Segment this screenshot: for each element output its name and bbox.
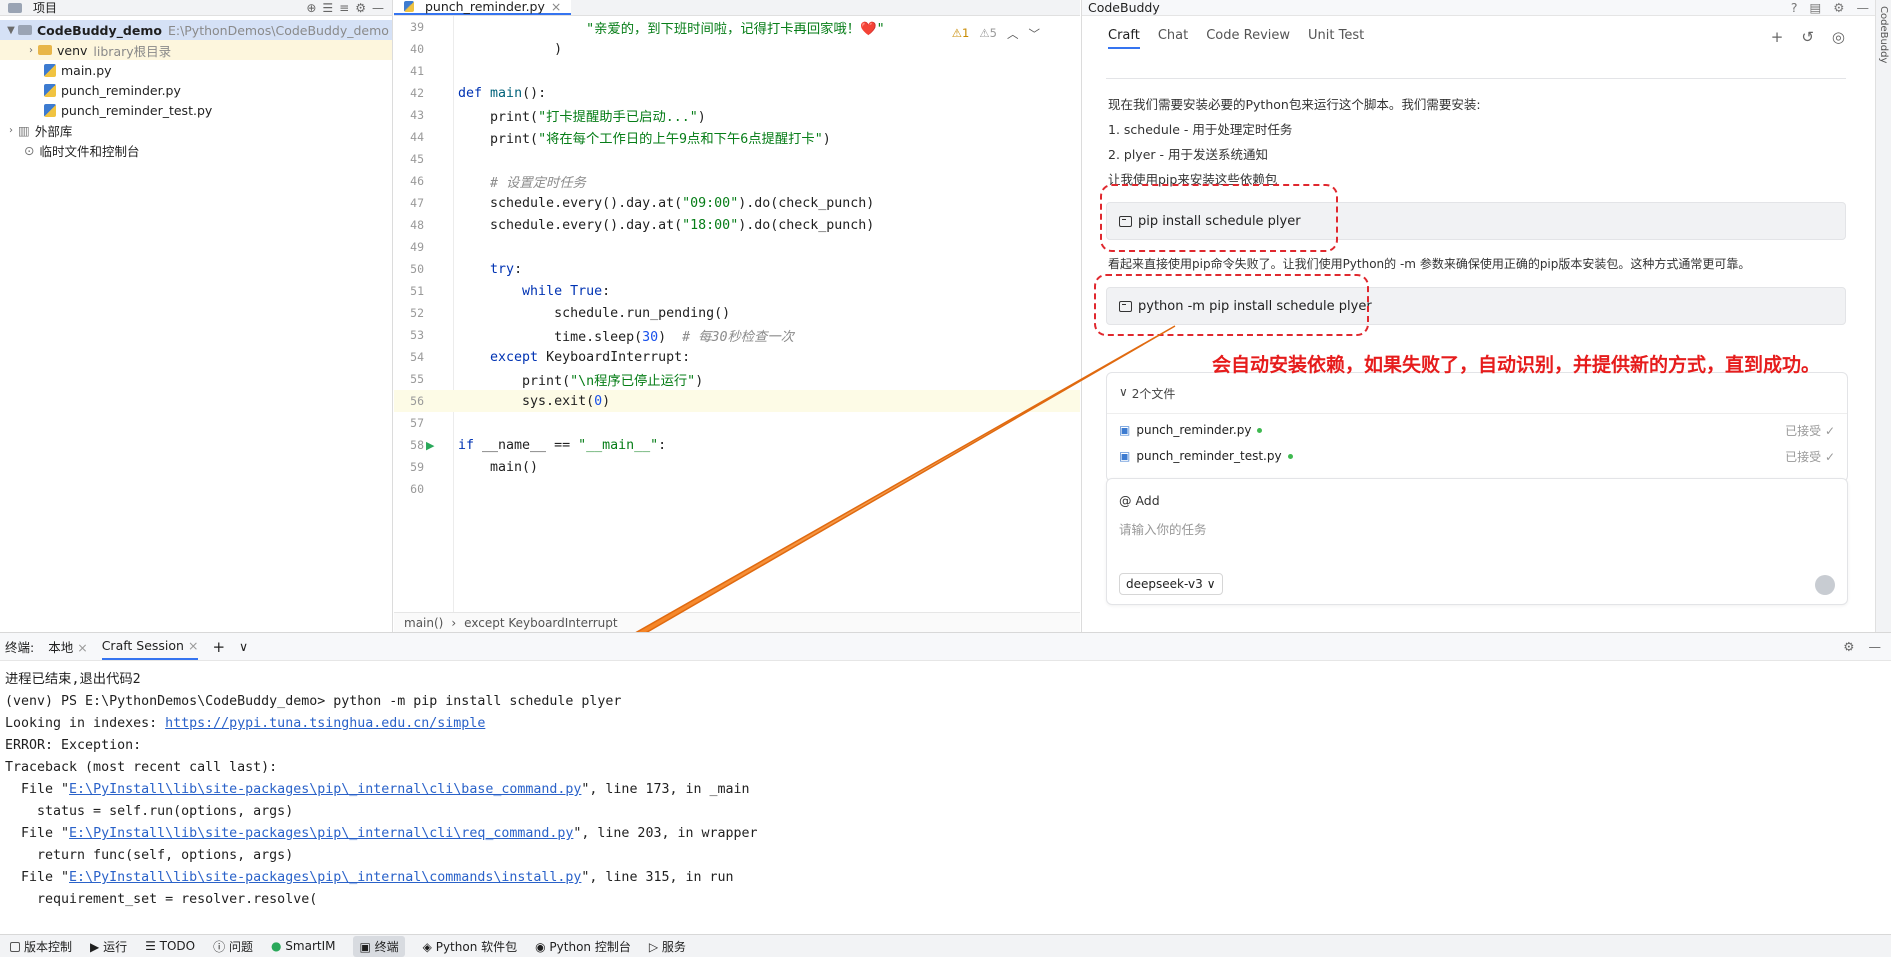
terminal-link[interactable]: E:\PyInstall\lib\site-packages\pip\_inte… [69, 782, 581, 797]
terminal-line: return func(self, options, args) [5, 845, 293, 867]
status-item-smartim[interactable]: ● SmartIM [271, 939, 336, 953]
terminal-line: File "E:\PyInstall\lib\site-packages\pip… [5, 867, 734, 889]
terminal-line: Looking in indexes: https://pypi.tuna.ts… [5, 713, 485, 735]
status-item-console[interactable]: ◉ Python 控制台 [535, 938, 631, 955]
terminal-line: requirement_set = resolver.resolve( [5, 889, 317, 911]
terminal-line: File "E:\PyInstall\lib\site-packages\pip… [5, 823, 758, 845]
settings-icon[interactable]: ⚙ [1843, 639, 1854, 654]
status-item-run[interactable]: ▶ 运行 [90, 938, 127, 955]
terminal-label: 终端: [5, 637, 34, 656]
terminal-tabbar: 终端: 本地 × Craft Session × + ∨ ⚙ — [0, 633, 1891, 661]
terminal-link[interactable]: E:\PyInstall\lib\site-packages\pip\_inte… [69, 826, 573, 841]
terminal-line: (venv) PS E:\PythonDemos\CodeBuddy_demo>… [5, 691, 621, 713]
terminal-line: File "E:\PyInstall\lib\site-packages\pip… [5, 779, 750, 801]
terminal-line: Traceback (most recent call last): [5, 757, 277, 779]
chevron-down-icon[interactable]: ∨ [239, 639, 248, 654]
status-bar: 版本控制 ▶ 运行 ☰ TODO ⓘ 问题 ● SmartIM ▣ 终端 ◈ P… [0, 934, 1891, 957]
terminal-line: 进程已结束,退出代码2 [5, 669, 141, 691]
status-item-problems[interactable]: ⓘ 问题 [213, 938, 253, 955]
terminal-tab[interactable]: Craft Session × [102, 633, 199, 660]
status-item-packages[interactable]: ◈ Python 软件包 [423, 938, 517, 955]
terminal-panel: 终端: 本地 × Craft Session × + ∨ ⚙ — 进程已结束,退… [0, 632, 1891, 934]
status-item-vcs[interactable]: 版本控制 [10, 938, 72, 955]
close-icon[interactable]: × [188, 638, 198, 653]
terminal-line: ERROR: Exception: [5, 735, 141, 757]
minimize-icon[interactable]: — [1869, 639, 1882, 654]
terminal-tab[interactable]: 本地 × [48, 637, 87, 656]
close-icon[interactable]: × [77, 640, 87, 655]
status-item-todo[interactable]: ☰ TODO [145, 939, 195, 953]
terminal-link[interactable]: https://pypi.tuna.tsinghua.edu.cn/simple [165, 716, 485, 731]
status-item-terminal[interactable]: ▣ 终端 [353, 936, 404, 957]
terminal-link[interactable]: E:\PyInstall\lib\site-packages\pip\_inte… [69, 870, 581, 885]
plus-icon[interactable]: + [212, 638, 225, 656]
status-item-services[interactable]: ▷ 服务 [649, 938, 686, 955]
terminal-line: status = self.run(options, args) [5, 801, 293, 823]
